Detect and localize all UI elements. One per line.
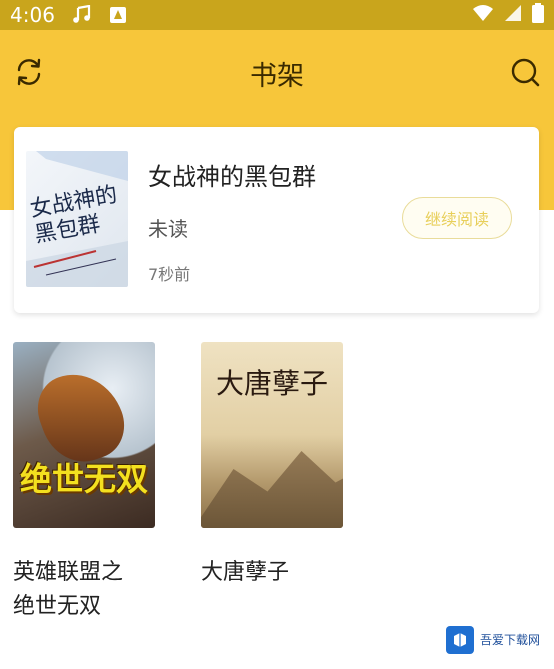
signal-icon	[504, 3, 522, 27]
watermark: 吾爱下载网	[446, 620, 550, 660]
shelf-book-title[interactable]: 大唐孽子	[201, 556, 343, 590]
watermark-text: 吾爱下载网	[480, 633, 541, 647]
shelf-cover-title: 大唐孽子	[215, 367, 328, 400]
shelf-cover-title: 绝世无双	[19, 460, 148, 498]
read-status: 未读	[148, 217, 188, 241]
shelf-book[interactable]: 绝世无双 英雄联盟之 绝世无双	[13, 342, 155, 624]
battery-icon	[532, 2, 544, 28]
wifi-icon	[472, 3, 494, 27]
search-icon	[509, 56, 541, 92]
page-title: 书架	[250, 60, 304, 92]
recent-book-cover[interactable]: 女战神的黑包群	[26, 151, 128, 287]
refresh-icon	[13, 56, 45, 92]
music-note-icon	[71, 4, 93, 26]
status-bar: 4:06	[0, 0, 554, 30]
shelf-book-cover[interactable]: 大唐孽子	[201, 342, 343, 528]
watermark-logo-icon	[446, 626, 474, 654]
shelf-book-cover[interactable]: 绝世无双	[13, 342, 155, 528]
toolbar: 书架	[0, 30, 554, 116]
last-read-time: 7秒前	[148, 265, 191, 284]
shelf-book[interactable]: 大唐孽子 大唐孽子	[201, 342, 343, 590]
cover-art	[201, 451, 343, 528]
continue-reading-button[interactable]: 继续阅读	[402, 197, 512, 239]
recent-book-title[interactable]: 女战神的黑包群	[148, 157, 316, 192]
status-time: 4:06	[10, 3, 55, 27]
refresh-button[interactable]	[7, 52, 51, 96]
notification-icon	[107, 4, 129, 26]
recent-book-card[interactable]: 女战神的黑包群 女战神的黑包群 未读 7秒前 继续阅读	[14, 127, 539, 313]
search-button[interactable]	[503, 52, 547, 96]
shelf-book-title[interactable]: 英雄联盟之 绝世无双	[13, 556, 155, 624]
